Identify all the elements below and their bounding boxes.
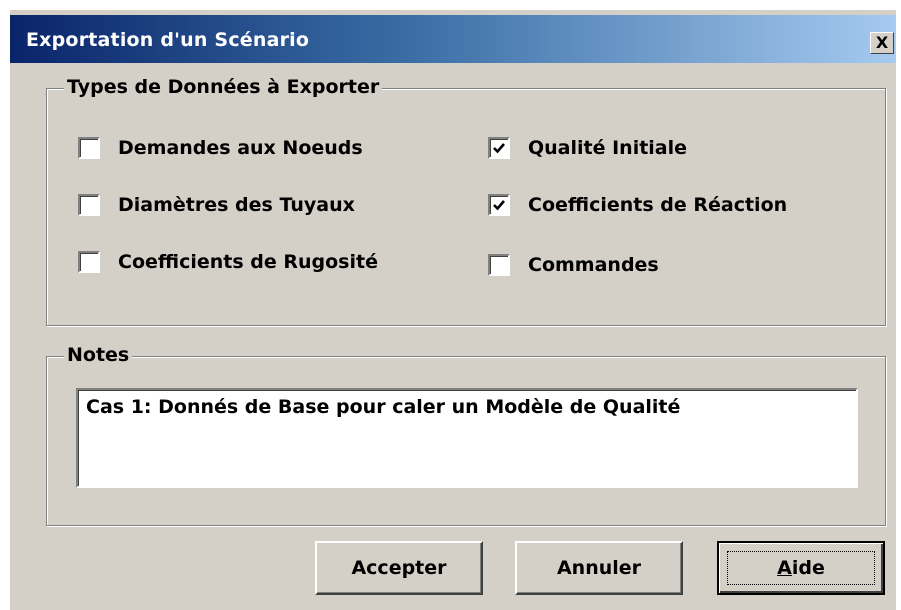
- checkmark-icon: [493, 143, 505, 154]
- cancel-button-label: Annuler: [556, 557, 642, 579]
- cancel-button[interactable]: Annuler: [515, 541, 683, 595]
- checkbox-qualite-initiale[interactable]: [488, 137, 510, 159]
- dialog-title: Exportation d'un Scénario: [26, 29, 310, 51]
- checkmark-icon: [493, 200, 505, 211]
- data-types-group-title: Types de Données à Exporter: [64, 76, 383, 98]
- accept-button[interactable]: Accepter: [315, 541, 483, 595]
- option-demandes-aux-noeuds[interactable]: Demandes aux Noeuds: [78, 137, 363, 159]
- option-commandes[interactable]: Commandes: [488, 254, 659, 276]
- checkbox-demandes-aux-noeuds[interactable]: [78, 137, 100, 159]
- option-label: Commandes: [528, 254, 659, 276]
- title-bar[interactable]: Exportation d'un Scénario X: [10, 15, 896, 63]
- option-coefficients-de-reaction[interactable]: Coefficients de Réaction: [488, 194, 787, 216]
- option-label: Coefficients de Rugosité: [118, 251, 378, 273]
- option-label: Demandes aux Noeuds: [118, 137, 363, 159]
- notes-group-title: Notes: [64, 344, 133, 366]
- accept-button-label: Accepter: [351, 557, 447, 579]
- option-coefficients-de-rugosite[interactable]: Coefficients de Rugosité: [78, 251, 378, 273]
- option-qualite-initiale[interactable]: Qualité Initiale: [488, 137, 687, 159]
- option-label: Diamètres des Tuyaux: [118, 194, 355, 216]
- focus-rectangle: [727, 551, 875, 585]
- close-icon: X: [875, 33, 889, 52]
- option-label: Coefficients de Réaction: [528, 194, 788, 216]
- checkbox-coefficients-de-reaction[interactable]: [488, 194, 510, 216]
- checkbox-commandes[interactable]: [488, 254, 510, 276]
- option-diametres-des-tuyaux[interactable]: Diamètres des Tuyaux: [78, 194, 355, 216]
- close-button[interactable]: X: [870, 32, 894, 54]
- notes-textarea[interactable]: Cas 1: Donnés de Base pour caler un Modè…: [76, 388, 858, 488]
- help-button[interactable]: Aide: [717, 541, 885, 595]
- checkbox-coefficients-de-rugosite[interactable]: [78, 251, 100, 273]
- option-label: Qualité Initiale: [528, 137, 688, 159]
- export-scenario-dialog: Exportation d'un Scénario X Types de Don…: [8, 8, 896, 610]
- checkbox-diametres-des-tuyaux[interactable]: [78, 194, 100, 216]
